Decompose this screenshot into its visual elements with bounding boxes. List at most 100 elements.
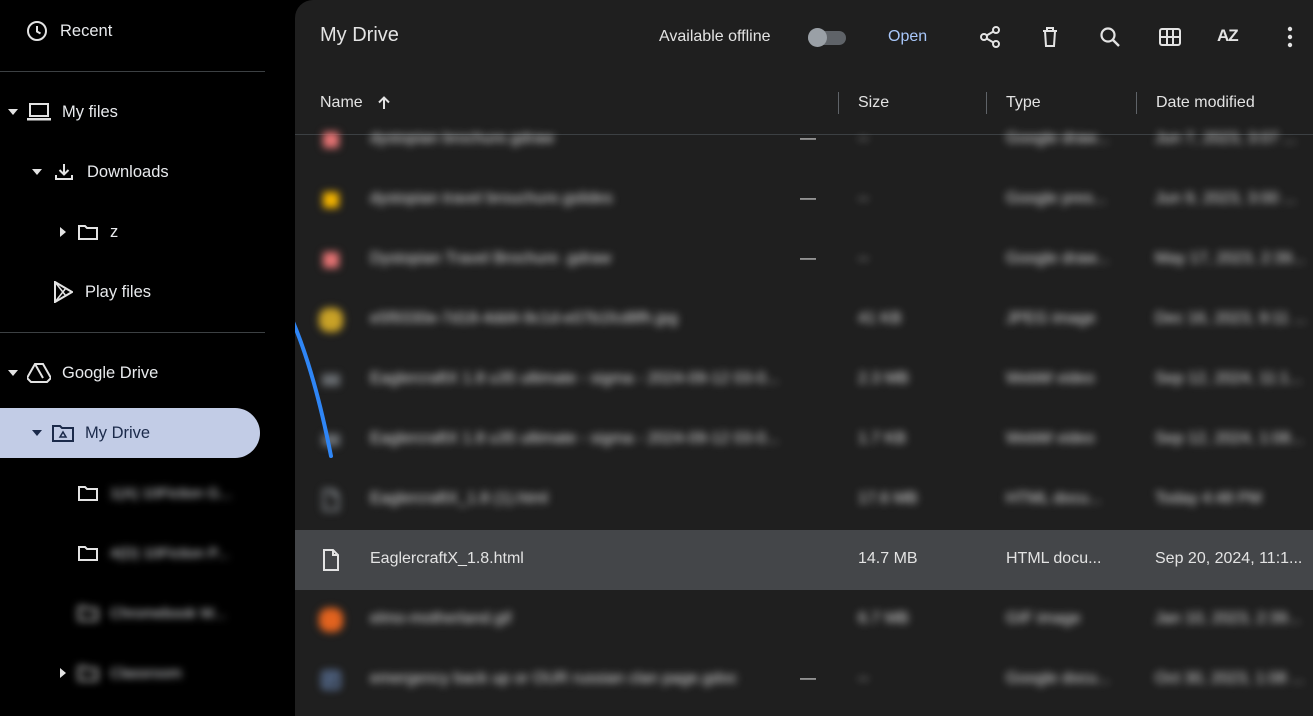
sidebar-item-label: My Drive: [85, 423, 151, 442]
sidebar-item-my-files[interactable]: My files: [0, 87, 265, 137]
file-name: EaglercraftX_1.8 (1).html: [370, 490, 548, 507]
file-name: dystopian travel brouchure.gslides: [370, 190, 613, 207]
folder-icon: [78, 606, 98, 621]
sidebar: Recent My files Downloads z Play files G…: [0, 0, 295, 716]
sidebar-item-z[interactable]: z: [0, 207, 265, 257]
folder-icon: [78, 546, 98, 561]
file-size: --: [858, 190, 869, 207]
sidebar-item-play-files[interactable]: Play files: [0, 267, 265, 317]
file-date-modified: Jun 7, 2023, 3:07 ...: [1155, 130, 1297, 147]
sidebar-item-google-drive[interactable]: Google Drive: [0, 348, 265, 398]
file-type: WebM video: [1006, 370, 1095, 387]
more-vert-icon[interactable]: [1278, 25, 1302, 49]
sidebar-item-label: 4(D) 10Fiction P...: [110, 544, 229, 562]
file-type: Google draw...: [1006, 130, 1110, 147]
file-name: Dystopian Travel Brochure .gdraw: [370, 250, 611, 267]
drawing-icon: [323, 252, 339, 268]
file-row[interactable]: elmo-motherland.gif 6.7 MB GIF image Jan 10…: [295, 590, 1313, 650]
file-date-modified: May 17, 2023, 2:39...: [1155, 250, 1306, 267]
sidebar-item-label: Play files: [85, 282, 152, 301]
file-row[interactable]: Dystopian Travel Brochure .gdraw — -- Googl…: [295, 230, 1313, 290]
available-offline-label: Available offline: [659, 28, 771, 45]
download-icon: [55, 164, 73, 180]
file-size: --: [858, 130, 869, 147]
slides-icon: [323, 192, 339, 208]
chevron-down-icon[interactable]: [32, 430, 42, 436]
sidebar-item-my-drive[interactable]: My Drive: [0, 408, 260, 458]
file-date-modified: Jun 9, 2023, 3:00 ...: [1155, 190, 1297, 207]
folder-icon: [78, 486, 98, 501]
chevron-down-icon[interactable]: [8, 370, 18, 376]
file-row[interactable]: EaglercraftX_1.8 (1).html 17.6 MB HTML doc…: [295, 470, 1313, 530]
docs-icon: [322, 671, 340, 689]
file-row[interactable]: EaglercraftX_1.8.html 14.7 MB HTML docu...…: [295, 530, 1313, 590]
delete-icon[interactable]: [1038, 25, 1062, 49]
page-title: My Drive: [320, 24, 399, 46]
file-row[interactable]: dystopian brochure.gdraw — -- Google draw..…: [295, 110, 1313, 170]
sidebar-item-folder[interactable]: Chromebook W...: [0, 588, 265, 638]
chevron-right-icon[interactable]: [60, 227, 66, 237]
file-type: HTML docu...: [1006, 490, 1102, 507]
file-name: EaglercraftX 1.8 u35 ultimate - sigma - …: [370, 370, 780, 387]
file-date-modified: Today 4:48 PM: [1155, 490, 1262, 507]
file-offline-dash: —: [800, 130, 816, 147]
file-row[interactable]: EaglercraftX 1.8 u35 ultimate - sigma - …: [295, 350, 1313, 410]
available-offline-toggle[interactable]: [808, 28, 846, 47]
open-button[interactable]: Open: [888, 28, 927, 46]
file-size: --: [858, 250, 869, 267]
file-date-modified: Oct 30, 2023, 1:08 ...: [1155, 670, 1305, 687]
file-date-modified: Sep 12, 2024, 11:1...: [1155, 370, 1303, 387]
folder-icon: [78, 225, 98, 240]
file-type: Google pres...: [1006, 190, 1107, 207]
file-name: EaglercraftX 1.8 u35 ultimate - sigma - …: [370, 430, 780, 447]
file-type: JPEG image: [1006, 310, 1096, 327]
chevron-down-icon[interactable]: [32, 169, 42, 175]
sidebar-item-label: My files: [62, 102, 118, 121]
search-icon[interactable]: [1098, 25, 1122, 49]
laptop-icon: [27, 103, 51, 121]
main-panel: My Drive Available offline Open AZ Name …: [295, 0, 1313, 716]
file-offline-dash: —: [800, 190, 816, 207]
chevron-right-icon[interactable]: [60, 668, 66, 678]
sidebar-item-recent[interactable]: Recent: [0, 6, 265, 56]
toolbar: My Drive Available offline Open AZ: [295, 0, 1313, 72]
file-size: 1.7 KB: [858, 430, 907, 447]
sidebar-item-folder[interactable]: Classroom: [0, 648, 265, 698]
file-date-modified: Jan 10, 2023, 2:39...: [1155, 610, 1301, 627]
google-drive-icon: [27, 363, 51, 383]
file-row[interactable]: emergency back up or OUR russian clan pa…: [295, 650, 1313, 710]
file-row[interactable]: e5f9330e-7d18-4dd4-9c1d-e07b1fcd8fh.jpg 4…: [295, 290, 1313, 350]
sort-az-icon[interactable]: AZ: [1217, 26, 1241, 50]
share-icon[interactable]: [978, 25, 1002, 49]
file-size: 14.7 MB: [858, 550, 918, 567]
file-size: --: [858, 670, 869, 687]
file-type: Google docu...: [1006, 670, 1111, 687]
sidebar-item-folder[interactable]: 4(D) 10Fiction P...: [0, 528, 265, 578]
clock-icon: [27, 21, 47, 41]
file-icon: [323, 489, 339, 511]
sidebar-item-label: Classroom: [110, 664, 182, 682]
file-row[interactable]: EaglercraftX 1.8 u35 ultimate - sigma - …: [295, 410, 1313, 470]
sidebar-item-folder[interactable]: 1(A) 10Fiction G...: [0, 468, 265, 518]
file-name: dystopian brochure.gdraw: [370, 130, 555, 147]
play-store-icon: [54, 281, 73, 303]
arrow-up-icon[interactable]: [376, 95, 392, 111]
file-type: WebM video: [1006, 430, 1095, 447]
sidebar-item-downloads[interactable]: Downloads: [0, 147, 265, 197]
folder-icon: [78, 666, 98, 681]
video-icon: [322, 374, 340, 386]
gif-thumbnail-icon: [319, 608, 343, 632]
file-date-modified: Dec 16, 2023, 9:11 ...: [1155, 310, 1307, 327]
file-size: 17.6 MB: [858, 490, 918, 507]
image-thumbnail-icon: [319, 308, 343, 332]
file-size: 2.3 MB: [858, 370, 909, 387]
file-offline-dash: —: [800, 670, 816, 687]
file-offline-dash: —: [800, 250, 816, 267]
file-icon: [323, 549, 339, 571]
chevron-down-icon[interactable]: [8, 109, 18, 115]
file-date-modified: Sep 12, 2024, 1:08...: [1155, 430, 1304, 447]
file-row[interactable]: dystopian travel brouchure.gslides — -- Goo…: [295, 170, 1313, 230]
file-name: e5f9330e-7d18-4dd4-9c1d-e07b1fcd8fh.jpg: [370, 310, 678, 327]
grid-view-icon[interactable]: [1158, 25, 1182, 49]
sidebar-item-label: Chromebook W...: [110, 604, 226, 622]
